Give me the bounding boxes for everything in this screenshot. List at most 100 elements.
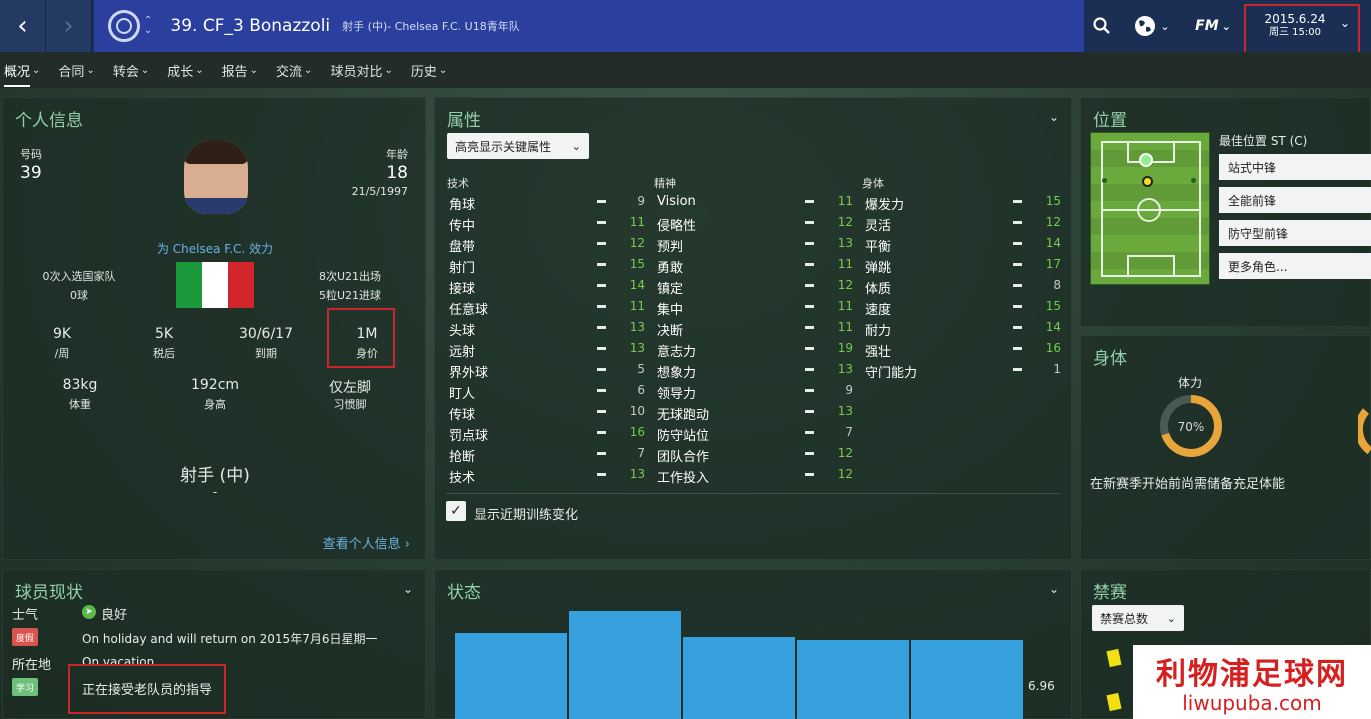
forward-button[interactable]: ›: [46, 0, 92, 52]
tab-5[interactable]: 交流: [276, 61, 302, 80]
suspension-select[interactable]: 禁赛总数 ⌄: [1092, 605, 1184, 631]
attribute-row[interactable]: 强壮 16: [863, 338, 1061, 360]
tab-0[interactable]: 概况: [4, 61, 31, 87]
physical-attributes: 爆发力 15 灵活 12 平衡 14 弹跳 17 体质 8 速度 15 耐力 14 强壮 16 守门能力 1: [863, 191, 1061, 381]
chevron-down-icon[interactable]: ⌄: [1049, 110, 1059, 124]
attribute-row[interactable]: 传球 10: [447, 401, 645, 423]
form-bar[interactable]: [911, 640, 1023, 719]
attribute-row[interactable]: 罚点球 16: [447, 422, 645, 444]
chevron-down-icon[interactable]: ⌄: [1049, 582, 1059, 596]
attribute-row[interactable]: 盘带 12: [447, 233, 645, 255]
highlight-box-learning: [68, 664, 226, 714]
chevron-down-icon: ⌄: [438, 64, 448, 76]
form-bar[interactable]: [797, 640, 909, 719]
view-personal-info-link[interactable]: 查看个人信息 ›: [280, 533, 410, 552]
search-icon[interactable]: [1088, 0, 1116, 52]
trend-dash-icon: [1013, 305, 1022, 308]
attribute-row[interactable]: 远射 13: [447, 338, 645, 360]
attribute-name: 灵活: [865, 219, 892, 234]
watermark-title: 利物浦足球网: [1156, 657, 1348, 692]
attribute-row[interactable]: Vision 11: [655, 191, 853, 212]
form-bar[interactable]: [683, 637, 795, 719]
chevron-down-icon: ⌄: [140, 64, 150, 76]
tab-3[interactable]: 成长: [167, 61, 193, 80]
attribute-row[interactable]: 耐力 14: [863, 317, 1061, 339]
form-last-rating: 6.96: [1028, 679, 1055, 693]
attribute-row[interactable]: 团队合作 12: [655, 443, 853, 465]
attribute-row[interactable]: 平衡 14: [863, 233, 1061, 255]
attribute-row[interactable]: 头球 13: [447, 317, 645, 339]
attribute-row[interactable]: 体质 8: [863, 275, 1061, 297]
attribute-name: 技术: [449, 471, 476, 486]
attribute-row[interactable]: 速度 15: [863, 296, 1061, 318]
attribute-row[interactable]: 决断 11: [655, 317, 853, 339]
attribute-value: 13: [629, 341, 645, 355]
tab-2[interactable]: 转会: [113, 61, 139, 80]
attribute-row[interactable]: 镇定 12: [655, 275, 853, 297]
attribute-row[interactable]: 界外球 5: [447, 359, 645, 381]
position-pitch[interactable]: [1090, 132, 1210, 285]
position-secondary: -: [212, 485, 218, 499]
show-training-checkbox[interactable]: ✓: [446, 501, 466, 521]
attribute-row[interactable]: 盯人 6: [447, 380, 645, 402]
attribute-value: 5: [637, 362, 645, 376]
nationality-flag[interactable]: [176, 262, 254, 308]
club-badge-icon[interactable]: [108, 10, 140, 42]
attribute-row[interactable]: 侵略性 12: [655, 212, 853, 234]
attribute-row[interactable]: 集中 11: [655, 296, 853, 318]
role-button[interactable]: 防守型前锋: [1219, 220, 1371, 246]
role-button[interactable]: 站式中锋: [1219, 154, 1371, 180]
attribute-row[interactable]: 射门 15: [447, 254, 645, 276]
attribute-row[interactable]: 领导力 9: [655, 380, 853, 402]
attribute-row[interactable]: 勇敢 11: [655, 254, 853, 276]
attribute-value: 15: [1045, 299, 1061, 313]
tab-4[interactable]: 报告: [222, 61, 248, 80]
attribute-row[interactable]: 弹跳 17: [863, 254, 1061, 276]
trend-dash-icon: [597, 368, 606, 371]
attribute-name: 决断: [657, 324, 684, 339]
form-bar[interactable]: [455, 633, 567, 719]
panel-title: 位置: [1093, 111, 1127, 131]
form-bar[interactable]: [569, 611, 681, 719]
more-roles-button[interactable]: 更多角色...: [1219, 253, 1371, 279]
attribute-value: 12: [837, 467, 853, 481]
globe-menu-button[interactable]: ⌄: [1130, 0, 1174, 52]
attribute-row[interactable]: 接球 14: [447, 275, 645, 297]
attribute-name: 头球: [449, 324, 476, 339]
attribute-row[interactable]: 传中 11: [447, 212, 645, 234]
trend-dash-icon: [1013, 284, 1022, 287]
tab-7[interactable]: 历史: [411, 61, 437, 80]
chevron-down-icon: ⌄: [384, 64, 393, 76]
tab-6[interactable]: 球员对比: [330, 61, 382, 80]
fm-menu-button[interactable]: FM ⌄: [1190, 0, 1236, 52]
attribute-row[interactable]: 想象力 13: [655, 359, 853, 381]
attribute-row[interactable]: 预判 13: [655, 233, 853, 255]
wage-label: /周: [54, 347, 70, 360]
attribute-name: Vision: [657, 194, 696, 209]
chevron-down-icon[interactable]: ⌄: [403, 582, 413, 596]
attribute-row[interactable]: 意志力 19: [655, 338, 853, 360]
attribute-row[interactable]: 技术 13: [447, 464, 645, 486]
role-button[interactable]: 全能前锋: [1219, 187, 1371, 213]
attribute-row[interactable]: 抢断 7: [447, 443, 645, 465]
attribute-row[interactable]: 工作投入 12: [655, 464, 853, 486]
attribute-row[interactable]: 守门能力 1: [863, 359, 1061, 381]
back-button[interactable]: ‹: [0, 0, 46, 52]
attribute-row[interactable]: 防守站位 7: [655, 422, 853, 444]
trend-dash-icon: [597, 326, 606, 329]
attribute-row[interactable]: 任意球 11: [447, 296, 645, 318]
attribute-row[interactable]: 灵活 12: [863, 212, 1061, 234]
updown-chevron-icon[interactable]: ⌃ ⌄: [144, 16, 152, 36]
club-link[interactable]: 为 Chelsea F.C. 效力: [130, 240, 300, 257]
attribute-value: 13: [837, 236, 853, 250]
trend-dash-icon: [805, 431, 814, 434]
mental-attributes: Vision 11 侵略性 12 预判 13 勇敢 11 镇定 12 集中 11 决断 11 意志力 19 想象…: [655, 191, 853, 486]
morale-value: 良好: [101, 608, 128, 623]
attribute-row[interactable]: 无球跑动 13: [655, 401, 853, 423]
attribute-row[interactable]: 角球 9: [447, 191, 645, 213]
tab-1[interactable]: 合同: [58, 61, 84, 80]
highlight-attributes-select[interactable]: 高亮显示关键属性 ⌄: [447, 133, 589, 159]
attribute-row[interactable]: 爆发力 15: [863, 191, 1061, 213]
trend-dash-icon: [805, 452, 814, 455]
attribute-value: 17: [1045, 257, 1061, 271]
